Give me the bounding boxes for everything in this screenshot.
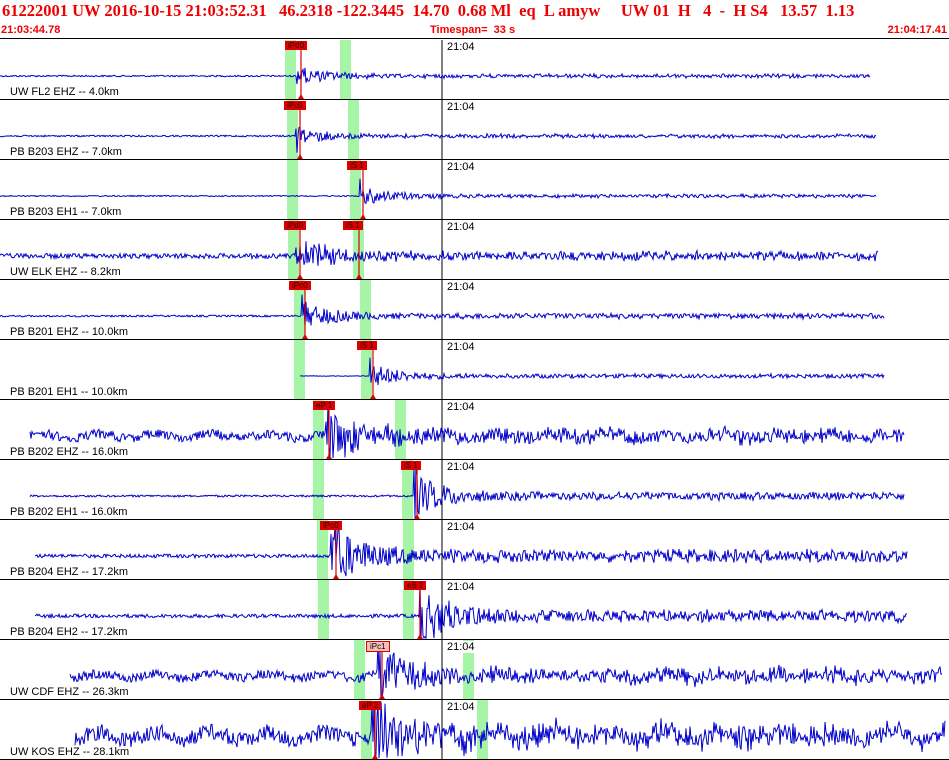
arrival-window <box>318 580 329 640</box>
arrival-window <box>354 640 365 700</box>
minute-tick-label: 21:04 <box>446 401 476 413</box>
phase-pick-label[interactable]: iPc1 <box>366 641 390 652</box>
phase-pick-label[interactable]: iPc0 <box>320 521 342 530</box>
event-summary-title: 61222001 UW 2016-10-15 21:03:52.31 46.23… <box>2 1 855 20</box>
minute-tick-label: 21:04 <box>446 521 476 533</box>
trace-panel[interactable]: 21:04 eP 2 UW KOS EHZ -- 28.1km <box>0 700 949 760</box>
phase-pick-label[interactable]: iS 1 <box>401 461 421 470</box>
minute-tick-label: 21:04 <box>446 341 476 353</box>
trace-panel[interactable]: 21:04 iPd0 iS 1 UW ELK EHZ -- 8.2km <box>0 220 949 280</box>
trace-panel[interactable]: 21:04 iPc0 PB B204 EHZ -- 17.2km <box>0 520 949 580</box>
phase-pick-label[interactable]: iPd0 <box>284 221 307 230</box>
window-start-time: 21:03:44.78 <box>1 24 61 36</box>
phase-pick-label[interactable]: iS 1 <box>343 221 363 230</box>
phase-pick-label[interactable]: eS 2 <box>404 581 427 590</box>
arrival-window <box>348 100 359 160</box>
trace-panel[interactable]: 21:04 eS 2 PB B204 EH2 -- 17.2km <box>0 580 949 640</box>
minute-tick-label: 21:04 <box>446 41 476 53</box>
waveform-trace <box>34 526 908 577</box>
station-channel-label: PB B202 EHZ -- 16.0km <box>10 446 128 458</box>
trace-panel[interactable]: 21:04 iS 1 PB B202 EH1 -- 16.0km <box>0 460 949 520</box>
header-divider <box>0 38 949 39</box>
station-channel-label: UW KOS EHZ -- 28.1km <box>10 746 130 758</box>
timespan-label: Timespan= 33 s <box>430 24 516 36</box>
trace-panel[interactable]: 21:04 eP 1 PB B202 EHZ -- 16.0km <box>0 400 949 460</box>
minute-tick-label: 21:04 <box>446 581 476 593</box>
trace-panel[interactable]: 21:04 iPd0 UW FL2 EHZ -- 4.0km <box>0 40 949 100</box>
phase-pick-label[interactable]: iPc0 <box>289 281 311 290</box>
minute-tick-label: 21:04 <box>446 161 476 173</box>
arrival-window <box>294 340 305 400</box>
phase-pick-label[interactable]: eP 2 <box>359 701 382 710</box>
station-channel-label: PB B201 EHZ -- 10.0km <box>10 326 128 338</box>
trace-panel[interactable]: 21:04 iS 1 PB B203 EH1 -- 7.0km <box>0 160 949 220</box>
minute-tick-label: 21:04 <box>446 221 476 233</box>
station-channel-label: PB B201 EH1 -- 10.0km <box>10 386 128 398</box>
station-channel-label: PB B204 EH2 -- 17.2km <box>10 626 128 638</box>
waveform-trace <box>0 241 879 266</box>
station-channel-label: PB B203 EH1 -- 7.0km <box>10 206 122 218</box>
trace-panel[interactable]: 21:04 iPc0 PB B203 EHZ -- 7.0km <box>0 100 949 160</box>
waveform-trace <box>299 357 885 386</box>
waveform-trace <box>74 701 946 759</box>
station-channel-label: UW FL2 EHZ -- 4.0km <box>10 86 119 98</box>
minute-tick-label: 21:04 <box>446 281 476 293</box>
waveform-trace <box>0 67 871 85</box>
station-channel-label: UW ELK EHZ -- 8.2km <box>10 266 121 278</box>
seismogram-panel-stack[interactable]: 21:04 iPd0 UW FL2 EHZ -- 4.0km 21:04 iPc0 PB … <box>0 40 949 760</box>
phase-pick-label[interactable]: iS 1 <box>347 161 367 170</box>
waveform-trace <box>0 126 877 153</box>
arrival-window <box>340 40 351 100</box>
phase-pick-label[interactable]: eP 1 <box>313 401 336 410</box>
station-channel-label: UW CDF EHZ -- 26.3km <box>10 686 129 698</box>
waveform-trace <box>0 178 877 205</box>
event-header: 61222001 UW 2016-10-15 21:03:52.31 46.23… <box>0 0 949 40</box>
minute-tick-label: 21:04 <box>446 461 476 473</box>
station-channel-label: PB B202 EH1 -- 16.0km <box>10 506 128 518</box>
minute-tick-label: 21:04 <box>446 641 476 653</box>
trace-panel[interactable]: 21:04 iPc0 PB B201 EHZ -- 10.0km <box>0 280 949 340</box>
phase-pick-label[interactable]: iPc0 <box>284 101 306 110</box>
phase-pick-label[interactable]: iS 1 <box>357 341 377 350</box>
station-channel-label: PB B203 EHZ -- 7.0km <box>10 146 122 158</box>
phase-pick-label[interactable]: iPd0 <box>285 41 308 50</box>
window-end-time: 21:04:17.41 <box>887 24 947 36</box>
minute-tick-label: 21:04 <box>446 701 476 713</box>
waveform-trace <box>69 641 943 699</box>
arrival-window <box>360 280 371 340</box>
trace-panel[interactable]: 21:04 iPc1 UW CDF EHZ -- 26.3km <box>0 640 949 700</box>
minute-tick-label: 21:04 <box>446 101 476 113</box>
trace-panel[interactable]: 21:04 iS 1 PB B201 EH1 -- 10.0km <box>0 340 949 400</box>
arrival-window <box>287 160 298 220</box>
station-channel-label: PB B204 EHZ -- 17.2km <box>10 566 128 578</box>
arrival-window <box>313 460 324 520</box>
